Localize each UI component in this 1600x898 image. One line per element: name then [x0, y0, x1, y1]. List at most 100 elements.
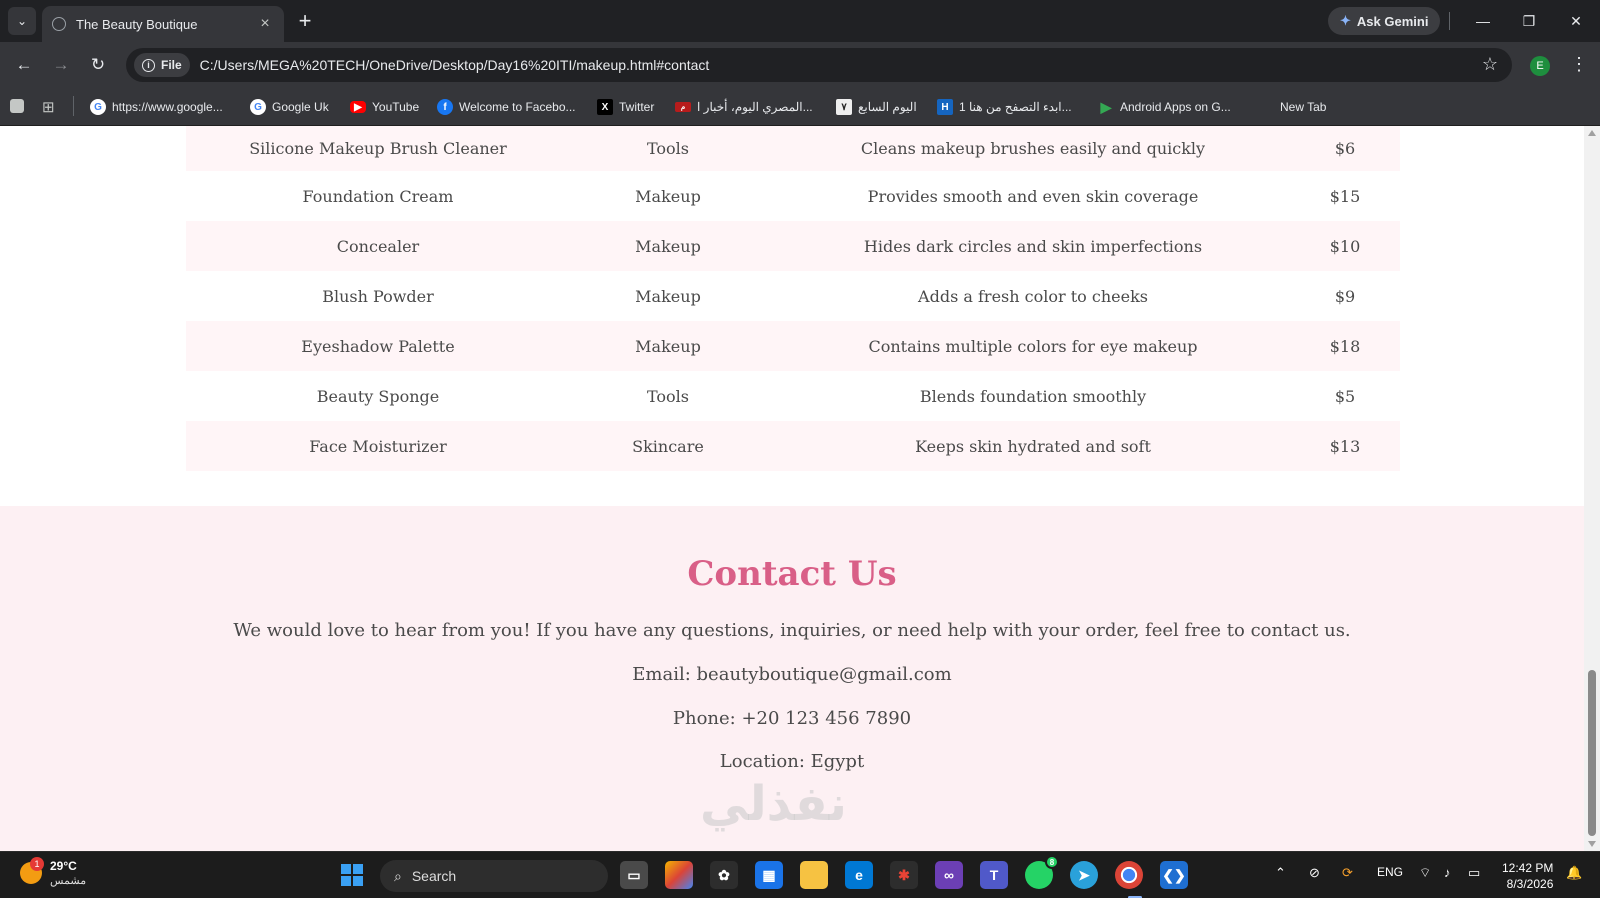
volume-icon[interactable]: ♪: [1444, 865, 1451, 880]
search-icon: ⌕: [394, 867, 402, 884]
browser-toolbar: ← → ↻ i File C:/Users/MEGA%20TECH/OneDri…: [0, 42, 1600, 88]
bookmark-label: Welcome to Facebo...: [459, 100, 576, 114]
menu-icon[interactable]: ⋮: [1570, 54, 1588, 75]
product-name: Eyeshadow Palette: [301, 336, 455, 356]
start-button[interactable]: [338, 861, 366, 889]
weather-condition: مشمس: [50, 875, 87, 887]
product-category: Skincare: [632, 436, 704, 456]
product-name: Beauty Sponge: [316, 386, 440, 406]
product-price: $13: [1329, 436, 1361, 456]
bookmark-label: ابدء التصفح من هنا 1...: [959, 100, 1072, 114]
chrome-icon[interactable]: [1115, 861, 1143, 889]
network-off-icon[interactable]: ⊘: [1309, 865, 1320, 881]
widgets-icon[interactable]: ✿: [710, 861, 738, 889]
product-category: Tools: [646, 139, 690, 158]
bookmark-star-icon[interactable]: ☆: [1482, 54, 1498, 75]
product-price: $18: [1329, 336, 1361, 356]
apps-grid-icon[interactable]: ⊞: [42, 98, 55, 116]
bookmark-item[interactable]: New Tab: [1280, 97, 1326, 117]
new-tab-button[interactable]: +: [292, 8, 318, 34]
visual-studio-icon[interactable]: ∞: [935, 861, 963, 889]
tab-close-button[interactable]: ×: [256, 15, 274, 33]
table-row: Eyeshadow Palette Makeup Contains multip…: [186, 321, 1400, 371]
product-description: Adds a fresh color to cheeks: [918, 286, 1148, 306]
reading-list-icon[interactable]: [10, 99, 24, 113]
site-info-chip[interactable]: i File: [134, 53, 190, 77]
tab-strip: ⌄ The Beauty Boutique × + ✦ Ask Gemini —…: [0, 0, 1600, 42]
clock-time: 12:42 PM: [1502, 861, 1554, 875]
sync-icon[interactable]: ⟳: [1342, 865, 1353, 881]
notification-bell-icon[interactable]: 🔔: [1566, 865, 1582, 881]
ask-gemini-label: Ask Gemini: [1356, 13, 1429, 29]
file-label: File: [161, 58, 182, 72]
play-store-icon: ▶: [1100, 98, 1112, 115]
bookmark-label: Android Apps on G...: [1120, 100, 1231, 114]
microsoft-store-icon[interactable]: ▦: [755, 861, 783, 889]
product-price: $6: [1334, 139, 1356, 158]
ask-gemini-button[interactable]: ✦ Ask Gemini: [1328, 7, 1441, 35]
windows-icon: [341, 864, 363, 886]
reload-button[interactable]: ↻: [84, 51, 112, 79]
wifi-icon[interactable]: ⌔: [1419, 865, 1431, 881]
profile-avatar[interactable]: E: [1530, 56, 1550, 76]
bookmark-item[interactable]: X Twitter: [597, 97, 654, 117]
system-clock[interactable]: 12:42 PM 8/3/2026: [1502, 860, 1553, 892]
restore-button[interactable]: ❐: [1514, 8, 1544, 34]
product-name: Concealer: [336, 236, 420, 256]
photos-icon[interactable]: ✱: [890, 861, 918, 889]
bookmark-label: اليوم السابع: [858, 100, 917, 114]
bookmark-icon: H: [937, 99, 953, 115]
vscode-icon[interactable]: ❮❯: [1160, 861, 1188, 889]
bookmark-item[interactable]: ▶ Android Apps on G...: [1098, 97, 1231, 117]
scroll-up-icon[interactable]: [1588, 130, 1596, 136]
close-window-button[interactable]: ✕: [1561, 8, 1591, 34]
task-view-icon[interactable]: ▭: [620, 861, 648, 889]
bookmark-item[interactable]: H ابدء التصفح من هنا 1...: [937, 97, 1072, 117]
bookmark-item[interactable]: G https://www.google...: [90, 97, 223, 117]
contact-intro: We would love to hear from you! If you h…: [233, 620, 1351, 641]
address-bar[interactable]: i File C:/Users/MEGA%20TECH/OneDrive/Des…: [126, 48, 1512, 82]
tab-search-button[interactable]: ⌄: [8, 7, 36, 35]
globe-icon: [52, 17, 66, 31]
file-explorer-icon[interactable]: [800, 861, 828, 889]
forward-button[interactable]: →: [47, 51, 75, 79]
browser-tab[interactable]: The Beauty Boutique ×: [42, 6, 284, 42]
google-icon: G: [90, 99, 106, 115]
chevron-up-icon[interactable]: ⌃: [1275, 865, 1286, 881]
bookmark-item[interactable]: ٧ اليوم السابع: [836, 97, 917, 117]
battery-icon[interactable]: ▭: [1468, 865, 1480, 881]
edge-icon[interactable]: e: [845, 861, 873, 889]
weather-temperature: 29°C: [50, 859, 77, 873]
bookmark-item[interactable]: G Google Uk: [250, 97, 329, 117]
language-indicator[interactable]: ENG: [1377, 865, 1403, 879]
bookmark-label: New Tab: [1280, 100, 1327, 114]
copilot-icon[interactable]: [665, 861, 693, 889]
bookmark-item[interactable]: م المصري اليوم، أخبار ا...: [675, 97, 813, 117]
bookmark-label: Twitter: [619, 100, 655, 114]
url-text[interactable]: C:/Users/MEGA%20TECH/OneDrive/Desktop/Da…: [200, 57, 710, 73]
weather-widget[interactable]: 1 29°C مشمس: [20, 857, 87, 888]
scroll-down-icon[interactable]: [1588, 841, 1596, 847]
minimize-button[interactable]: —: [1468, 8, 1498, 34]
product-description: Blends foundation smoothly: [919, 386, 1147, 406]
taskbar-search[interactable]: ⌕ Search: [380, 860, 608, 892]
product-description: Hides dark circles and skin imperfection…: [863, 236, 1203, 256]
news-icon: ٧: [836, 99, 852, 115]
notification-badge: 1: [30, 857, 44, 871]
product-name: Face Moisturizer: [309, 436, 447, 456]
search-placeholder: Search: [411, 868, 457, 884]
product-category: Makeup: [635, 286, 701, 306]
back-button[interactable]: ←: [10, 51, 38, 79]
telegram-icon[interactable]: ➤: [1070, 861, 1098, 889]
scroll-thumb[interactable]: [1588, 670, 1596, 836]
vertical-scrollbar[interactable]: [1584, 126, 1600, 851]
product-price: $5: [1334, 386, 1356, 406]
x-icon: X: [597, 99, 613, 115]
whatsapp-icon[interactable]: 8: [1025, 855, 1059, 889]
gemini-sparkle-icon: ✦: [1340, 13, 1351, 28]
bookmark-item[interactable]: f Welcome to Facebo...: [437, 97, 576, 117]
bookmark-item[interactable]: ▶ YouTube: [350, 97, 419, 117]
watermark-logo: نفذلي: [700, 776, 847, 832]
product-price: $10: [1329, 236, 1361, 256]
teams-icon[interactable]: T: [980, 861, 1008, 889]
